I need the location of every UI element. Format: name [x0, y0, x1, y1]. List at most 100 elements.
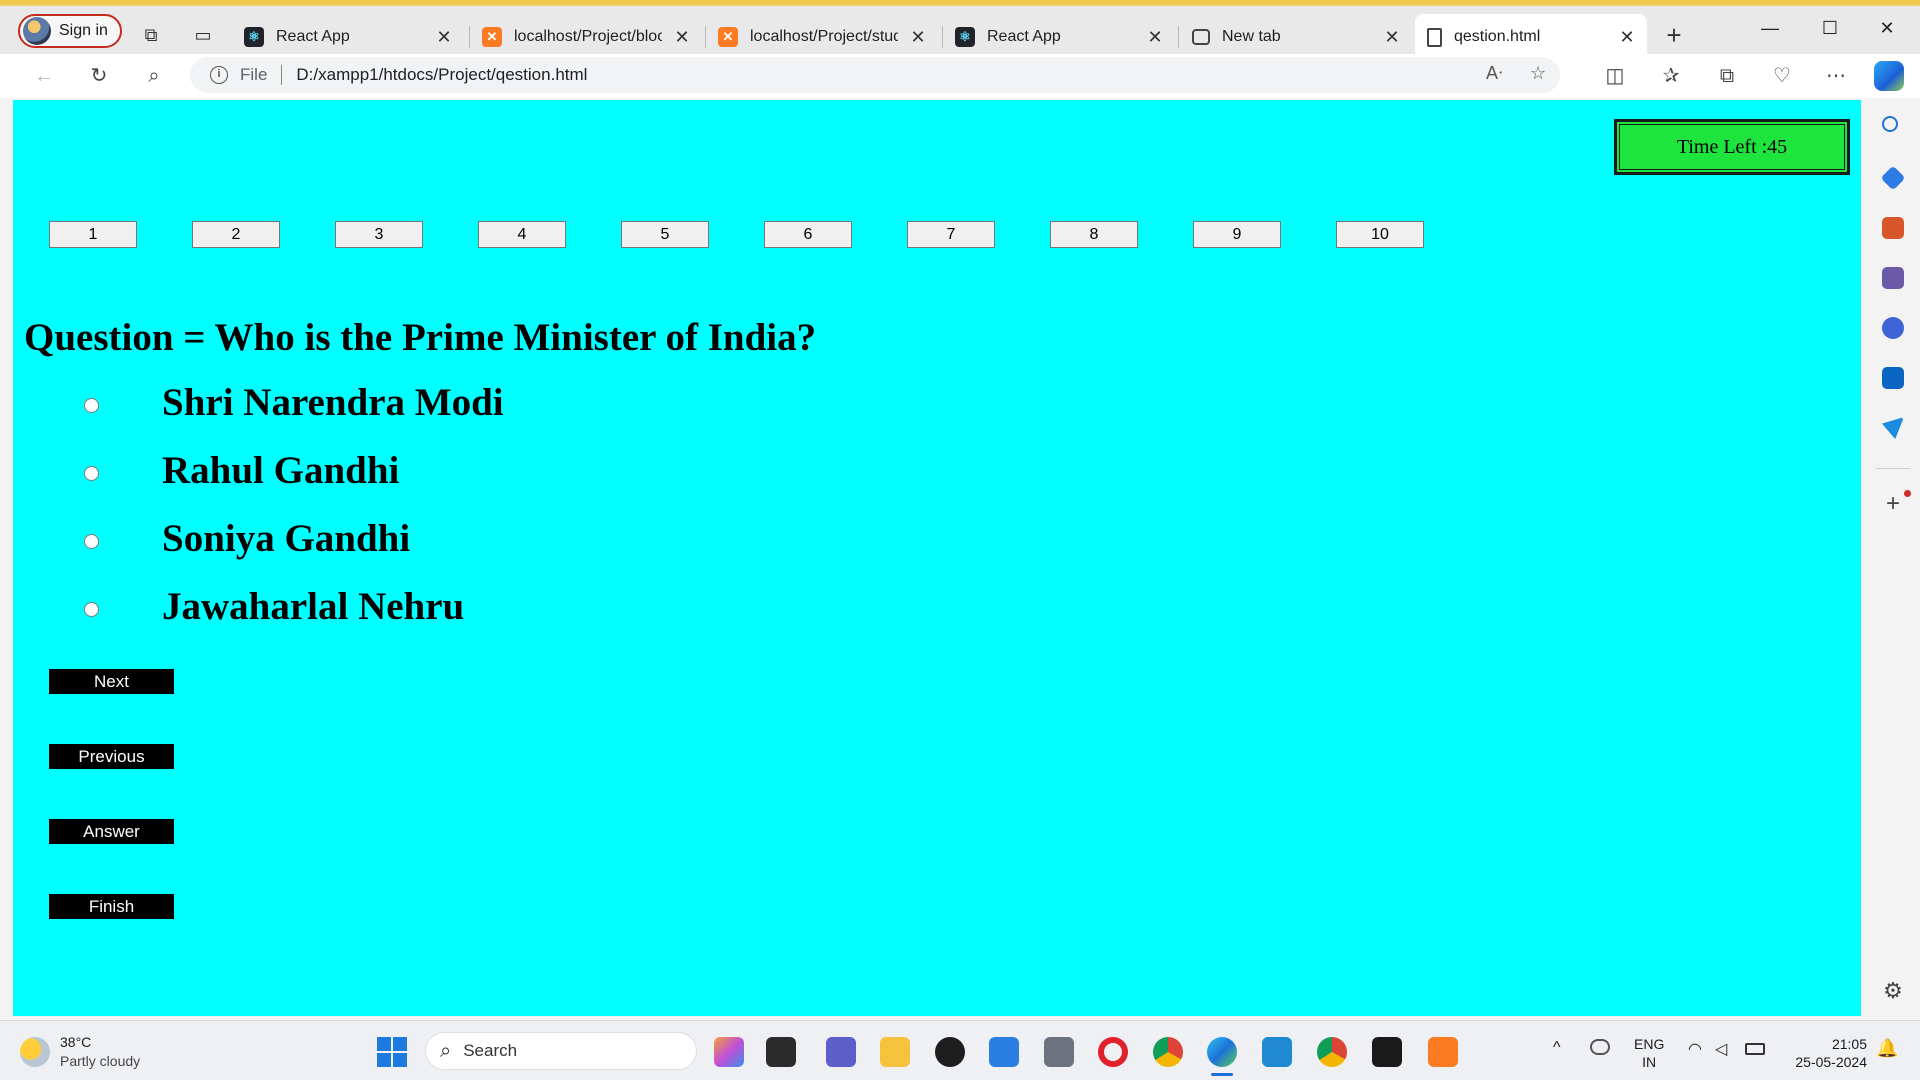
question-1-button[interactable]: 1 [49, 221, 137, 248]
outlook-icon[interactable] [1882, 367, 1904, 389]
question-9-button[interactable]: 9 [1193, 221, 1281, 248]
time-left-display: Time Left :45 [1614, 119, 1850, 175]
onedrive-offline-icon[interactable] [1590, 1039, 1610, 1055]
tab-title: React App [276, 28, 350, 45]
send-icon[interactable] [1882, 417, 1904, 439]
url-text[interactable]: D:/xampp1/htdocs/Project/qestion.html [296, 65, 587, 85]
calculator-icon[interactable] [1044, 1037, 1074, 1067]
question-10-button[interactable]: 10 [1336, 221, 1424, 248]
windows-start-icon[interactable] [377, 1037, 407, 1067]
finish-button[interactable]: Finish [49, 894, 174, 919]
chrome-profile-icon[interactable] [1317, 1037, 1347, 1067]
question-2-button[interactable]: 2 [192, 221, 280, 248]
xampp-icon: ✕ [482, 27, 502, 47]
workspaces-icon[interactable]: ⧉ [140, 24, 162, 46]
microsoft-365-icon[interactable] [1882, 317, 1904, 339]
option-4-radio[interactable] [84, 602, 99, 617]
question-7-button[interactable]: 7 [907, 221, 995, 248]
battery-icon[interactable] [1745, 1043, 1765, 1055]
opera-icon[interactable] [1098, 1037, 1128, 1067]
close-icon[interactable]: ✕ [1619, 27, 1635, 48]
answer-button[interactable]: Answer [49, 819, 174, 844]
tab-title: React App [987, 28, 1061, 45]
vertical-tabs-icon[interactable]: ▭ [192, 24, 214, 46]
copilot-preview-icon[interactable] [714, 1037, 744, 1067]
taskbar-search[interactable]: ⌕ Search [425, 1032, 697, 1070]
option-1-label: Shri Narendra Modi [162, 381, 504, 424]
file-explorer-icon[interactable] [880, 1037, 910, 1067]
collections-icon[interactable]: ⧉ [1713, 64, 1741, 88]
tools-briefcase-icon[interactable] [1882, 217, 1904, 239]
page-icon [1427, 27, 1442, 47]
window-close-icon[interactable]: ✕ [1864, 16, 1910, 40]
option-2[interactable]: Rahul Gandhi [13, 448, 613, 498]
back-arrow-icon[interactable]: ← [30, 64, 58, 88]
browser-essentials-icon[interactable]: ♡ [1768, 64, 1796, 88]
minimize-icon[interactable]: — [1747, 16, 1793, 40]
refresh-icon[interactable]: ↻ [85, 64, 113, 88]
terminal-icon[interactable] [1372, 1037, 1402, 1067]
add-sidebar-app-icon[interactable]: + [1882, 492, 1904, 516]
new-tab-plus-icon[interactable]: + [1663, 22, 1685, 48]
weather-widget[interactable]: 38°C Partly cloudy [20, 1033, 140, 1071]
option-1-radio[interactable] [84, 398, 99, 413]
show-hidden-icons-chevron-icon[interactable]: ^ [1553, 1039, 1561, 1057]
more-options-icon[interactable]: ⋯ [1822, 64, 1850, 88]
vscode-icon[interactable] [1262, 1037, 1292, 1067]
edge-icon[interactable] [1207, 1037, 1237, 1067]
react-icon: ⚛ [244, 27, 264, 47]
split-screen-icon[interactable]: ◫ [1601, 64, 1629, 88]
option-3[interactable]: Soniya Gandhi [13, 516, 613, 566]
media-player-icon[interactable] [935, 1037, 965, 1067]
option-2-radio[interactable] [84, 466, 99, 481]
option-4[interactable]: Jawaharlal Nehru [13, 584, 613, 634]
notification-bell-icon[interactable]: 🔔 [1876, 1039, 1898, 1057]
favorites-icon[interactable]: ✰ [1657, 64, 1685, 88]
previous-button[interactable]: Previous [49, 744, 174, 769]
close-icon[interactable]: ✕ [674, 27, 690, 48]
question-text: Question = Who is the Prime Minister of … [24, 316, 817, 359]
games-icon[interactable] [1882, 267, 1904, 289]
question-8-button[interactable]: 8 [1050, 221, 1138, 248]
maximize-icon[interactable]: ☐ [1807, 16, 1853, 40]
search-icon[interactable]: ⌕ [140, 64, 168, 88]
task-view-icon[interactable] [766, 1037, 796, 1067]
tab-title: localhost/Project/stude [750, 28, 898, 45]
option-1[interactable]: Shri Narendra Modi [13, 380, 613, 430]
wifi-icon[interactable]: ◠ [1688, 1041, 1702, 1059]
xampp-taskbar-icon[interactable] [1428, 1037, 1458, 1067]
question-number-nav: 1 2 3 4 5 6 7 8 9 10 [49, 221, 1424, 248]
url-protocol: File [240, 65, 268, 84]
language-indicator[interactable]: ENG IN [1634, 1035, 1664, 1071]
sidebar-settings-gear-icon[interactable]: ⚙ [1882, 980, 1904, 1002]
notification-dot [1904, 490, 1911, 497]
search-icon: ⌕ [440, 1039, 452, 1062]
option-3-radio[interactable] [84, 534, 99, 549]
question-3-button[interactable]: 3 [335, 221, 423, 248]
volume-icon[interactable]: ◁ [1715, 1041, 1727, 1059]
next-button[interactable]: Next [49, 669, 174, 694]
mail-icon[interactable] [989, 1037, 1019, 1067]
windows-taskbar: 38°C Partly cloudy ⌕ Search ^ ENG IN ◠ ◁… [0, 1020, 1920, 1080]
sidebar-search-icon[interactable] [1882, 116, 1898, 132]
close-icon[interactable]: ✕ [1147, 27, 1163, 48]
read-aloud-icon[interactable]: A͏ᐧ [1486, 63, 1503, 84]
copilot-icon[interactable] [1874, 61, 1904, 91]
info-icon[interactable]: i [210, 66, 228, 84]
clock[interactable]: 21:05 25-05-2024 [1781, 1035, 1867, 1071]
profile-button[interactable]: Sign in [18, 14, 122, 48]
favorite-star-icon[interactable]: ☆ [1530, 63, 1546, 84]
chrome-icon[interactable] [1153, 1037, 1183, 1067]
question-6-button[interactable]: 6 [764, 221, 852, 248]
teams-icon[interactable] [826, 1037, 856, 1067]
question-5-button[interactable]: 5 [621, 221, 709, 248]
question-4-button[interactable]: 4 [478, 221, 566, 248]
close-icon[interactable]: ✕ [910, 27, 926, 48]
tab-title: localhost/Project/blood [514, 28, 662, 45]
clock-time: 21:05 [1831, 1036, 1867, 1052]
close-icon[interactable]: ✕ [1384, 27, 1400, 48]
close-icon[interactable]: ✕ [436, 27, 452, 48]
shopping-tag-icon[interactable] [1880, 165, 1906, 191]
address-bar[interactable]: i File D:/xampp1/htdocs/Project/qestion.… [190, 57, 1560, 93]
tab-strip: Sign in ⧉ ▭ ⚛ React App ✕ ✕ localhost/Pr… [0, 6, 1920, 60]
